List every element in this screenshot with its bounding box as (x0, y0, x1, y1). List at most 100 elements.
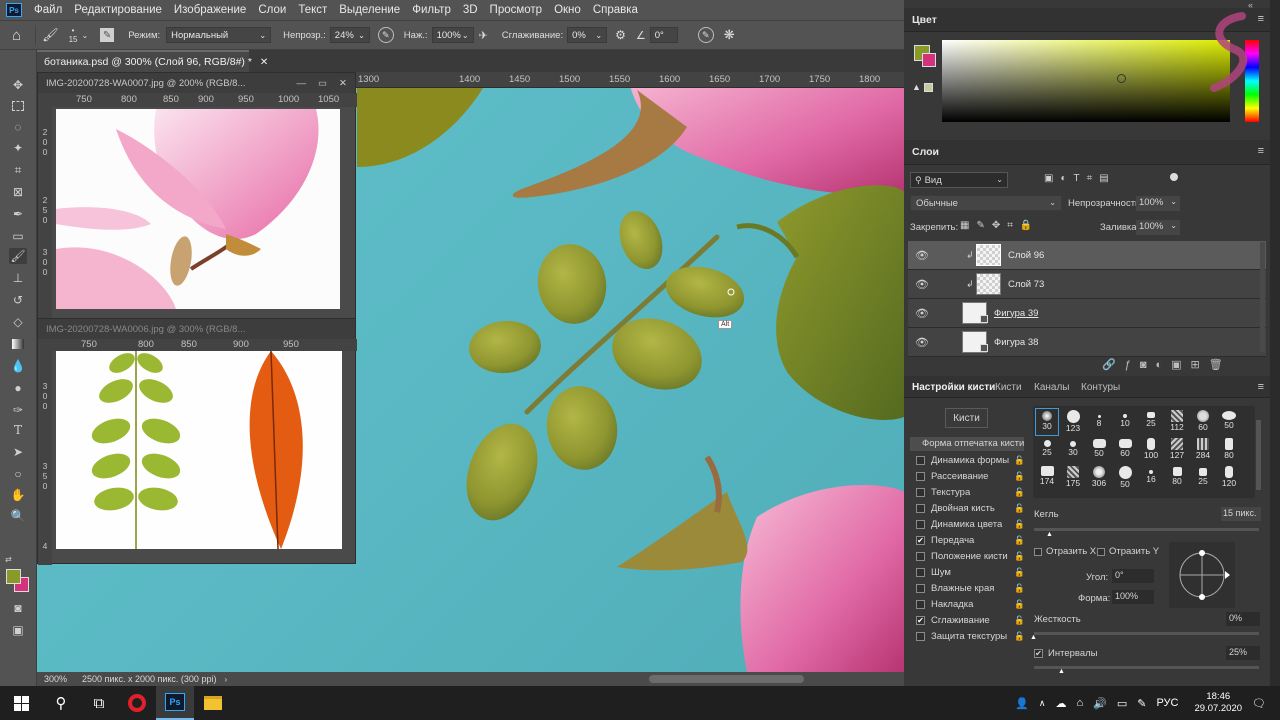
task-view-icon[interactable]: ⧉ (80, 686, 118, 720)
layer-name[interactable]: Слой 96 (1008, 250, 1044, 261)
close-icon[interactable]: ✕ (333, 78, 355, 89)
dodge-tool-icon[interactable]: ● (9, 380, 27, 396)
menu-type[interactable]: Текст (292, 4, 333, 16)
brush-tip[interactable]: 16 (1139, 464, 1163, 492)
layer-filter-select[interactable]: ⚲ Вид ⌄ (910, 172, 1008, 188)
brush-tips-scrollbar[interactable] (1256, 420, 1261, 490)
crop-tool-icon[interactable]: ⌗ (9, 162, 27, 178)
color-picker-field[interactable] (942, 40, 1230, 122)
eye-icon[interactable]: 👁 (915, 249, 929, 262)
layer-name[interactable]: Фигура 38 (994, 337, 1038, 348)
brush-option-noise[interactable]: Шум 🔓 (912, 565, 1025, 580)
brush-option-color-dynamics[interactable]: Динамика цвета 🔓 (912, 517, 1025, 532)
pressure-size-icon[interactable]: ✎ (697, 27, 714, 43)
pen-tool-icon[interactable]: ✑ (9, 402, 27, 418)
lock-icon[interactable]: 🔓 (1014, 535, 1025, 546)
layers-footer-icons[interactable]: 🔗ƒ◙◐▣⊞🗑 (1102, 358, 1232, 371)
brush-tip[interactable]: 25 (1035, 436, 1059, 464)
lock-icons[interactable]: ▦✎✥⌗🔒 (960, 220, 1039, 231)
lock-icon[interactable]: 🔓 (1014, 583, 1025, 594)
brush-tip-shape-item[interactable]: Форма отпечатка кисти (910, 437, 1024, 451)
horizontal-scrollbar[interactable] (649, 675, 804, 683)
opera-browser-icon[interactable] (118, 686, 156, 720)
input-language[interactable]: РУС (1156, 697, 1178, 709)
layer-row[interactable]: 👁 Фигура 39 (908, 299, 1266, 328)
layer-thumbnail[interactable] (976, 273, 1001, 295)
file-explorer-icon[interactable] (194, 686, 232, 720)
layer-name[interactable]: Слой 73 (1008, 279, 1044, 290)
brush-option-transfer[interactable]: ✔ Передача 🔓 (912, 533, 1025, 548)
lock-icon[interactable]: 🔓 (1014, 567, 1025, 578)
menu-file[interactable]: Файл (28, 4, 68, 16)
panel-menu-icon[interactable]: ≡ (1258, 145, 1264, 157)
brush-tip[interactable]: 306 (1087, 464, 1111, 492)
document-tab[interactable]: ботаника.psd @ 300% (Слой 96, RGB/8#) * … (37, 50, 268, 72)
lock-icon[interactable]: 🔓 (1014, 471, 1025, 482)
brush-option-smoothing[interactable]: ✔ Сглаживание 🔓 (912, 613, 1025, 628)
brush-tip[interactable]: 50 (1087, 436, 1111, 464)
swap-colors-icon[interactable]: ⇄ (5, 555, 12, 564)
brush-tip[interactable]: 10 (1113, 408, 1137, 436)
stamp-tool-icon[interactable]: ⊥ (9, 270, 27, 286)
foreground-color-swatch[interactable] (6, 569, 21, 584)
brush-tip[interactable]: 284 (1191, 436, 1215, 464)
lock-icon[interactable]: 🔓 (1014, 631, 1025, 642)
menu-window[interactable]: Окно (548, 4, 587, 16)
brush-option-scattering[interactable]: Рассеивание 🔓 (912, 469, 1025, 484)
chevron-up-icon[interactable]: ∧ (1039, 698, 1046, 709)
screen-mode-icon[interactable]: ▣ (9, 622, 27, 638)
home-icon[interactable]: ⌂ (12, 27, 21, 44)
menu-help[interactable]: Справка (587, 4, 644, 16)
menu-edit[interactable]: Редактирование (68, 4, 168, 16)
hardness-field[interactable]: 0% (1226, 612, 1260, 626)
panel-collapse-strip[interactable] (1270, 0, 1280, 686)
panel-menu-icon[interactable]: ≡ (1258, 13, 1264, 25)
windows-start-icon[interactable] (0, 686, 42, 720)
background-color-swatch[interactable] (922, 53, 936, 67)
maximize-icon[interactable]: ▭ (312, 78, 333, 89)
spacing-checkbox[interactable]: ✔ Интервалы (1034, 648, 1097, 659)
fill-field[interactable]: 100% ⌄ (1136, 220, 1180, 235)
flow-field[interactable]: 100% ⌄ (431, 27, 474, 43)
search-icon[interactable]: ⚲ (42, 686, 80, 720)
layer-opacity-field[interactable]: 100% ⌄ (1136, 196, 1180, 211)
brush-option-dual-brush[interactable]: Двойная кисть 🔓 (912, 501, 1025, 516)
smoothing-field[interactable]: 0% ⌄ (567, 27, 608, 43)
brush-tip[interactable]: 60 (1191, 408, 1215, 436)
flip-x-checkbox[interactable]: Отразить X (1034, 546, 1096, 557)
brush-tip[interactable]: 174 (1035, 464, 1059, 492)
brush-tip[interactable]: 8 (1087, 408, 1111, 436)
photoshop-taskbar-icon[interactable]: Ps (156, 686, 194, 720)
layers-panel-header[interactable]: Слои ≡ (904, 140, 1270, 165)
brush-settings-toggle-icon[interactable]: ✎ (100, 28, 115, 42)
pressure-opacity-icon[interactable]: ✎ (377, 27, 394, 43)
document-info[interactable]: 2500 пикс. x 2000 пикс. (300 ppi) (82, 674, 216, 684)
mode-select[interactable]: Нормальный ⌄ (166, 27, 272, 43)
spacing-slider[interactable] (1034, 666, 1259, 669)
healing-brush-icon[interactable]: ▭ (9, 228, 27, 244)
tab-channels[interactable]: Каналы (1034, 382, 1070, 393)
volume-icon[interactable]: 🔊 (1093, 697, 1107, 710)
hand-tool-icon[interactable]: ✋ (9, 487, 27, 503)
brush-tool-icon[interactable]: 🖌 (9, 248, 27, 264)
tab-brushes[interactable]: Кисти (995, 382, 1022, 393)
brush-option-shape-dynamics[interactable]: Динамика формы 🔓 (912, 453, 1025, 468)
lock-icon[interactable]: 🔓 (1014, 455, 1025, 466)
spacing-field[interactable]: 25% (1226, 646, 1260, 660)
brush-tip[interactable]: 30 (1035, 408, 1059, 436)
brush-tip[interactable]: 80 (1165, 464, 1189, 492)
lasso-tool-icon[interactable]: ◌ (9, 119, 27, 135)
panel-menu-icon[interactable]: ≡ (1258, 381, 1264, 393)
menu-image[interactable]: Изображение (168, 4, 252, 16)
brush-option-wet-edges[interactable]: Влажные края 🔓 (912, 581, 1025, 596)
brush-tip[interactable]: 120 (1217, 464, 1241, 492)
tab-brush-settings[interactable]: Настройки кисти (912, 382, 995, 393)
brush-option-protect-texture[interactable]: Защита текстуры 🔓 (912, 629, 1025, 644)
lock-icon[interactable]: 🔓 (1014, 487, 1025, 498)
brush-option-buildup[interactable]: Накладка 🔓 (912, 597, 1025, 612)
tab-paths[interactable]: Контуры (1081, 382, 1120, 393)
layers-scrollbar[interactable] (1260, 242, 1265, 352)
brush-option-texture[interactable]: Текстура 🔓 (912, 485, 1025, 500)
layer-filter-icons[interactable]: ▣◐T⌗▤ (1044, 173, 1116, 184)
collapse-panels-icon[interactable]: « (1248, 0, 1253, 10)
